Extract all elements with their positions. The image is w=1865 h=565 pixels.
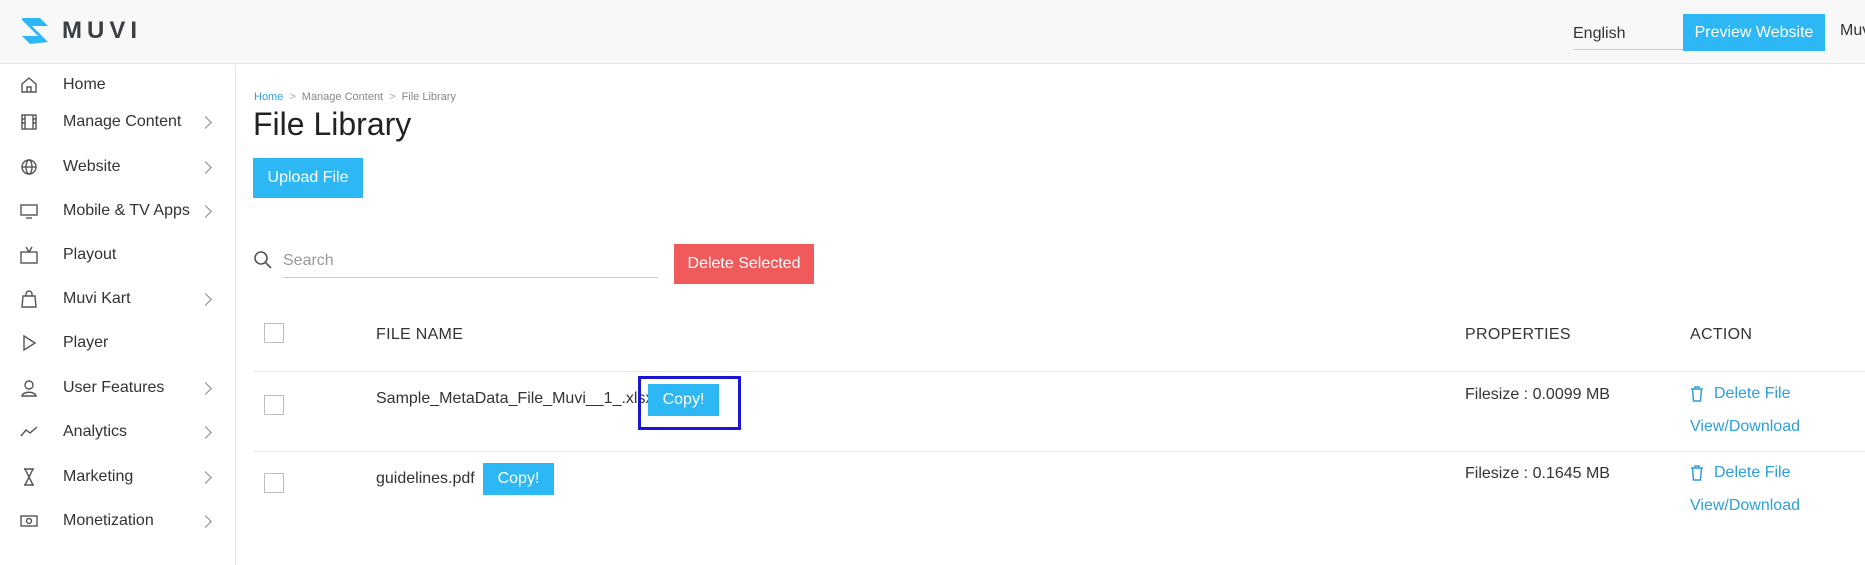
sidebar-item-playout[interactable]: Playout bbox=[0, 233, 236, 277]
delete-file-link[interactable]: Delete File bbox=[1690, 464, 1790, 482]
chevron-right-icon bbox=[199, 116, 212, 129]
sidebar-item-label: Website bbox=[63, 158, 121, 175]
search-icon bbox=[253, 250, 273, 270]
delete-selected-button[interactable]: Delete Selected bbox=[674, 244, 814, 284]
sidebar-item-mobile-tv-apps[interactable]: Mobile & TV Apps bbox=[0, 189, 236, 233]
sidebar-item-monetization[interactable]: Monetization bbox=[0, 499, 236, 543]
sidebar-item-label: User Features bbox=[63, 379, 165, 396]
sidebar-item-label: Monetization bbox=[63, 512, 154, 529]
sidebar-item-label: Manage Content bbox=[63, 113, 182, 130]
top-bar: MUVI English Preview Website Muv bbox=[0, 0, 1865, 64]
sidebar-item-player[interactable]: Player bbox=[0, 321, 236, 365]
sidebar-item-label: Muvi Kart bbox=[63, 290, 131, 307]
column-header-file-name: FILE NAME bbox=[376, 326, 464, 343]
breadcrumb-current: File Library bbox=[401, 91, 456, 103]
file-name: Sample_MetaData_File_Muvi__1_.xlsx bbox=[376, 390, 654, 407]
upload-file-button[interactable]: Upload File bbox=[253, 158, 363, 198]
chevron-right-icon bbox=[199, 471, 212, 484]
sidebar-item-muvi-kart[interactable]: Muvi Kart bbox=[0, 277, 236, 321]
shopping-bag-icon bbox=[19, 289, 39, 309]
chevron-right-icon bbox=[199, 515, 212, 528]
play-icon bbox=[19, 333, 39, 353]
breadcrumb-home-link[interactable]: Home bbox=[254, 91, 283, 103]
hourglass-icon bbox=[19, 467, 39, 487]
column-header-properties: PROPERTIES bbox=[1465, 326, 1571, 343]
tv-antenna-icon bbox=[19, 245, 39, 265]
page-title: File Library bbox=[253, 106, 412, 142]
select-all-checkbox[interactable] bbox=[264, 323, 284, 343]
column-header-action: ACTION bbox=[1690, 326, 1753, 343]
user-icon bbox=[19, 378, 39, 398]
search-bar bbox=[253, 245, 658, 279]
language-value: English bbox=[1573, 24, 1626, 42]
delete-file-link[interactable]: Delete File bbox=[1690, 385, 1790, 403]
chevron-right-icon bbox=[199, 426, 212, 439]
sidebar-item-marketing[interactable]: Marketing bbox=[0, 455, 236, 499]
breadcrumb-separator: > bbox=[289, 91, 296, 103]
sidebar: Home Manage Content Website Mobile & TV … bbox=[0, 65, 236, 565]
sidebar-item-label: Analytics bbox=[63, 423, 128, 440]
sidebar-item-label: Player bbox=[63, 334, 109, 351]
brand-logo[interactable]: MUVI bbox=[18, 14, 142, 48]
file-size: Filesize : 0.1645 MB bbox=[1465, 465, 1610, 482]
preview-website-button[interactable]: Preview Website bbox=[1683, 14, 1825, 51]
sidebar-item-label: Playout bbox=[63, 246, 117, 263]
row-divider bbox=[253, 451, 1865, 452]
search-input[interactable] bbox=[283, 245, 658, 278]
trash-icon bbox=[1690, 465, 1704, 481]
sidebar-item-analytics[interactable]: Analytics bbox=[0, 410, 236, 454]
breadcrumb-separator: > bbox=[389, 91, 396, 103]
user-menu[interactable]: Muv bbox=[1840, 22, 1865, 40]
chevron-right-icon bbox=[199, 293, 212, 306]
view-download-link[interactable]: View/Download bbox=[1690, 497, 1800, 515]
file-size: Filesize : 0.0099 MB bbox=[1465, 386, 1610, 403]
chevron-right-icon bbox=[199, 205, 212, 218]
sidebar-item-website[interactable]: Website bbox=[0, 145, 236, 189]
row-checkbox[interactable] bbox=[264, 473, 284, 493]
monitor-icon bbox=[19, 201, 39, 221]
delete-file-label: Delete File bbox=[1714, 464, 1791, 481]
chevron-right-icon bbox=[199, 382, 212, 395]
trash-icon bbox=[1690, 386, 1704, 402]
sidebar-item-label: Mobile & TV Apps bbox=[63, 202, 190, 219]
sidebar-item-label: Marketing bbox=[63, 468, 134, 485]
sidebar-item-user-features[interactable]: User Features bbox=[0, 366, 236, 410]
muvi-logo-icon bbox=[22, 18, 48, 44]
sidebar-item-manage-content[interactable]: Manage Content bbox=[0, 100, 236, 144]
film-icon bbox=[19, 112, 39, 132]
trend-line-icon bbox=[19, 422, 39, 442]
breadcrumb: Home > Manage Content > File Library bbox=[254, 91, 456, 103]
brand-name: MUVI bbox=[62, 17, 142, 44]
view-download-link[interactable]: View/Download bbox=[1690, 418, 1800, 436]
chevron-right-icon bbox=[199, 161, 212, 174]
row-divider bbox=[253, 371, 1865, 372]
file-name: guidelines.pdf bbox=[376, 470, 475, 487]
sidebar-item-label: Home bbox=[63, 76, 106, 93]
delete-file-label: Delete File bbox=[1714, 385, 1791, 402]
globe-icon bbox=[19, 157, 39, 177]
banknote-icon bbox=[19, 511, 39, 531]
copy-button[interactable]: Copy! bbox=[483, 463, 554, 495]
breadcrumb-manage-content-link[interactable]: Manage Content bbox=[302, 91, 383, 103]
row-checkbox[interactable] bbox=[264, 395, 284, 415]
home-icon bbox=[19, 75, 39, 95]
copy-button[interactable]: Copy! bbox=[648, 384, 719, 416]
